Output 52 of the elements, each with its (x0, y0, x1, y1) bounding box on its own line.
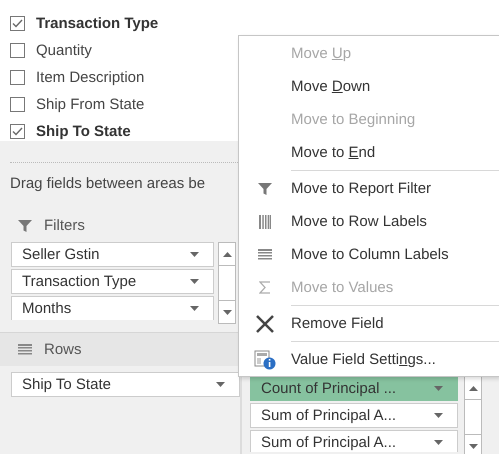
rows-icon (18, 344, 32, 355)
menu-item[interactable]: Move to Column Labels (291, 246, 449, 263)
field-name: Ship To State (36, 123, 131, 140)
close-icon (255, 314, 275, 332)
dropdown-icon (190, 252, 199, 257)
checkbox[interactable] (10, 97, 25, 112)
checkbox[interactable] (10, 70, 25, 85)
field-name: Transaction Type (36, 15, 158, 32)
menu-item[interactable]: Move to End (291, 144, 376, 161)
field-dropdown[interactable]: Seller Gstin (11, 242, 214, 267)
field-dropdown[interactable]: Ship To State (11, 372, 240, 397)
menu-item[interactable]: Move to Row Labels (291, 213, 427, 230)
dropdown-icon (434, 440, 443, 445)
checkbox[interactable] (10, 43, 25, 58)
filter-icon (18, 218, 32, 232)
field-dropdown[interactable]: Sum of Principal A... (250, 430, 458, 452)
rows-icon (258, 249, 272, 260)
check-icon (12, 19, 23, 28)
field-name: Item Description (36, 69, 144, 86)
filter-icon (258, 182, 272, 196)
field-name: Quantity (36, 42, 92, 59)
menu-item[interactable]: Remove Field (291, 315, 384, 332)
dropdown-icon (190, 306, 199, 311)
dropdown-icon (190, 279, 199, 284)
dropdown-icon (434, 413, 443, 418)
scroll-down-button[interactable] (218, 300, 236, 324)
field-dropdown[interactable]: Sum of Principal A... (250, 403, 458, 428)
scroll-down-icon (468, 444, 478, 448)
dropdown-icon (434, 386, 443, 391)
area-title: Rows (44, 341, 82, 358)
field-dropdown[interactable]: Transaction Type (11, 269, 214, 294)
sigma-icon (259, 281, 271, 294)
field-dropdown[interactable]: Count of Principal ... (250, 376, 458, 401)
field-dropdown[interactable]: Months (11, 296, 214, 320)
scroll-down-icon (222, 310, 232, 314)
menu-item[interactable]: Move to Report Filter (291, 180, 432, 197)
instruction-text: Drag fields between areas be (10, 175, 206, 192)
scroll-up-icon (222, 252, 232, 256)
dropdown-icon (216, 382, 225, 387)
scroll-up-button[interactable] (218, 242, 236, 266)
settings-icon (254, 350, 276, 370)
menu-item[interactable]: Move Down (291, 78, 370, 95)
check-icon (12, 127, 23, 136)
columns-icon (259, 214, 271, 228)
area-title: Filters (44, 217, 85, 234)
field-name: Ship From State (36, 96, 144, 113)
scroll-up-icon (468, 386, 478, 390)
checkbox[interactable] (10, 16, 25, 31)
scroll-down-button[interactable] (464, 434, 482, 454)
scroll-up-button[interactable] (464, 376, 482, 400)
checkbox[interactable] (10, 124, 25, 139)
menu-item[interactable]: Value Field Settings... (291, 351, 436, 368)
